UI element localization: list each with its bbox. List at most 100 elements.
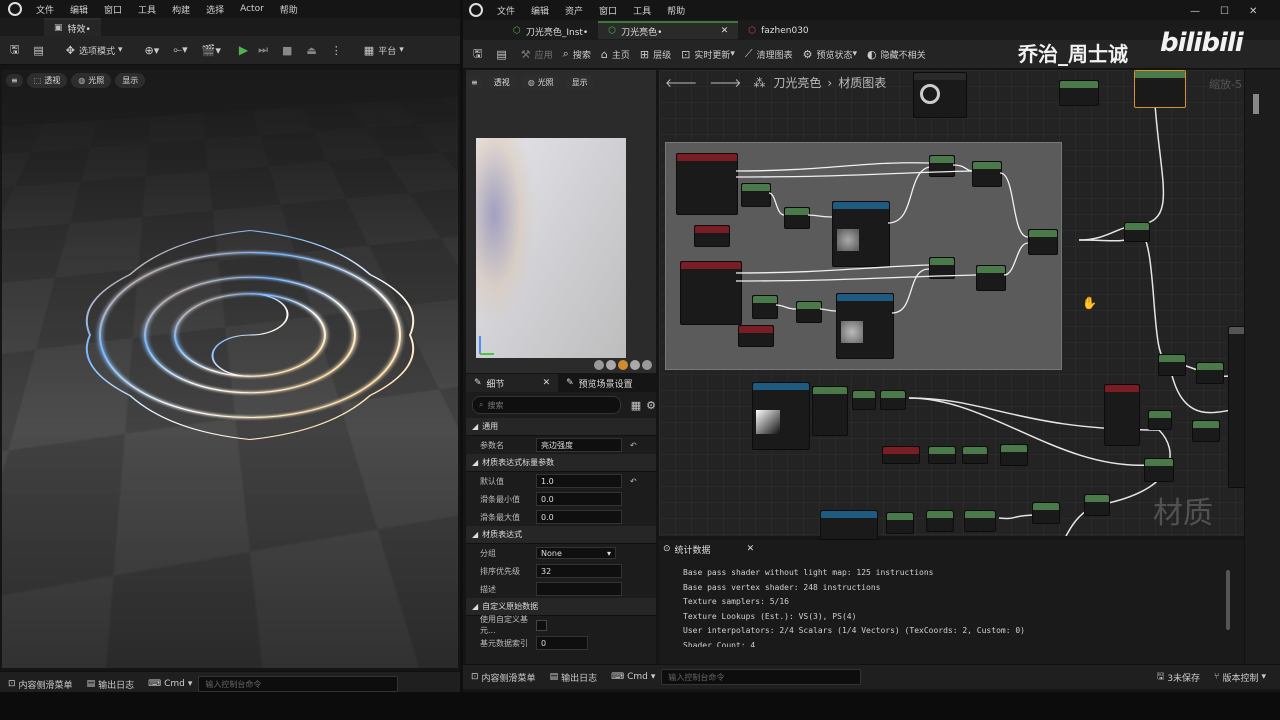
group-dropdown[interactable]: None ▾ [536, 547, 616, 559]
menu-help[interactable]: 帮助 [667, 4, 685, 17]
close-window-icon[interactable]: ✕ [1249, 6, 1257, 17]
graph-node-lerp-4[interactable] [964, 510, 996, 532]
cmd-dropdown[interactable]: ⌨ Cmd ▾ [148, 679, 192, 689]
console-input[interactable]: 输入控制台命令 [661, 669, 862, 685]
tab-details[interactable]: ✎ 细节 ✕ [466, 374, 559, 392]
graph-node-texcoord-3[interactable] [882, 446, 920, 464]
section-expression[interactable]: ◢ 材质表达式 [466, 526, 656, 544]
unsaved-button[interactable]: 🖫 3未保存 [1157, 669, 1200, 685]
add-actor-button[interactable]: ⊕▾ [145, 44, 164, 57]
search-button[interactable]: ⌕ 搜索 [563, 47, 591, 61]
menu-select[interactable]: 选择 [206, 3, 224, 16]
graph-node-multiply-11[interactable] [1196, 362, 1224, 384]
menu-edit[interactable]: 编辑 [531, 4, 549, 17]
graph-node-add-4[interactable] [962, 446, 988, 464]
settings-icon[interactable]: ⚙ [646, 399, 656, 412]
close-icon[interactable]: ✕ [543, 378, 551, 388]
section-scalar-param[interactable]: ◢ 材质表达式标量参数 [466, 454, 656, 472]
menu-file[interactable]: 文件 [497, 4, 515, 17]
graph-node-multiply-9[interactable] [1192, 420, 1220, 442]
content-drawer-button[interactable]: ⊡ 内容侧滑菜单 [8, 678, 73, 691]
side-panel-tab-icon[interactable] [1253, 94, 1259, 114]
tab-material[interactable]: ⬡ 刀光亮色• ✕ [598, 21, 739, 39]
graph-node-add-6[interactable] [1124, 222, 1150, 242]
perspective-button[interactable]: ⬚ 透视 [26, 72, 68, 88]
perspective-button[interactable]: 透视 [486, 74, 517, 90]
material-preview-viewport[interactable]: ≡ 透视 ◍ 光照 显示 [466, 70, 656, 373]
use-custom-primitive-checkbox[interactable] [536, 619, 547, 631]
platform-dropdown[interactable]: ▦ 平台 ▾ [364, 44, 404, 57]
maximize-icon[interactable]: ☐ [1220, 6, 1229, 17]
default-value-field[interactable]: 1.0 [536, 474, 622, 488]
preview-state-dropdown[interactable]: ⚙ 预览状态 ▾ [803, 48, 857, 61]
graph-node-multiply-5[interactable] [852, 390, 876, 410]
menu-edit[interactable]: 编辑 [70, 3, 88, 16]
step-button[interactable]: ⏭ [258, 43, 272, 57]
lit-button[interactable]: ◍ 光照 [71, 72, 112, 88]
menu-tools[interactable]: 工具 [633, 4, 651, 17]
stats-scrollbar[interactable] [1226, 570, 1230, 630]
graph-node-add-5[interactable] [926, 510, 954, 532]
graph-node-multiply-8[interactable] [1148, 410, 1172, 430]
clean-graph-button[interactable]: ⟋ 清理图表 [745, 47, 793, 61]
menu-window[interactable]: 窗口 [599, 4, 617, 17]
live-update-dropdown[interactable]: ⊡ 实时更新 ▾ [681, 48, 735, 61]
graph-node-lerp-3[interactable] [1000, 444, 1028, 466]
minimize-icon[interactable]: — [1190, 6, 1200, 17]
sort-priority-field[interactable]: 32 [536, 564, 622, 578]
section-general[interactable]: ◢ 通用 [466, 418, 656, 436]
preview-cylinder-icon[interactable] [594, 360, 604, 370]
graph-node-lerp-6[interactable] [1144, 458, 1174, 482]
graph-node-particle-color[interactable] [1104, 384, 1140, 446]
graph-node-param-top-right[interactable] [1134, 70, 1186, 108]
blueprint-button[interactable]: ⟜▾ [173, 43, 191, 57]
param-name-field[interactable]: 亮边强度 [536, 438, 622, 452]
preview-sphere-icon[interactable] [606, 360, 616, 370]
graph-node-lerp-5[interactable] [1032, 502, 1060, 524]
graph-node-multiply-6[interactable] [928, 446, 956, 464]
output-log-button[interactable]: ▤ 输出日志 [87, 678, 135, 691]
graph-node-multiply-10[interactable] [1158, 354, 1186, 376]
hierarchy-button[interactable]: ⊞ 层级 [640, 48, 671, 61]
save-button[interactable]: 🖫 [10, 41, 23, 60]
stats-tab[interactable]: ⊙ 统计数据 ✕ [659, 540, 1244, 558]
preview-teapot-icon[interactable] [642, 360, 652, 370]
slider-min-field[interactable]: 0.0 [536, 492, 622, 506]
menu-asset[interactable]: 资产 [565, 4, 583, 17]
menu-file[interactable]: 文件 [36, 3, 54, 16]
home-button[interactable]: ⌂ 主页 [601, 48, 630, 61]
cmd-dropdown[interactable]: ⌨ Cmd ▾ [611, 672, 655, 682]
play-button[interactable]: ▶ [239, 43, 248, 57]
graph-node-scalar-top[interactable] [1059, 80, 1099, 106]
reset-icon[interactable]: ↶ [630, 441, 637, 450]
graph-node-texture-sample-3[interactable] [752, 382, 810, 450]
lit-button[interactable]: ◍ 光照 [520, 74, 561, 90]
reset-icon[interactable]: ↶ [630, 477, 637, 486]
menu-tools[interactable]: 工具 [138, 3, 156, 16]
unreal-logo-icon[interactable] [469, 3, 483, 17]
tab-material-instance[interactable]: ⬡ 刀光亮色_Inst• [503, 21, 599, 39]
preview-cube-icon[interactable] [630, 360, 640, 370]
details-search-input[interactable]: ⌕ 搜索 [472, 396, 621, 414]
graph-node-texture-sample-top[interactable] [913, 72, 967, 118]
graph-node-reroute-group[interactable] [812, 386, 848, 436]
menu-help[interactable]: 帮助 [280, 3, 298, 16]
eject-button[interactable]: ⏏ [306, 44, 320, 57]
output-log-button[interactable]: ▤ 输出日志 [550, 671, 598, 684]
slider-max-field[interactable]: 0.0 [536, 510, 622, 524]
description-field[interactable] [536, 582, 622, 596]
save-button[interactable]: 🖫 [473, 45, 486, 64]
close-icon[interactable]: ✕ [747, 544, 755, 554]
hide-unrelated-button[interactable]: ◐ 隐藏不相关 [867, 48, 926, 61]
content-drawer-button[interactable]: ⊡ 内容侧滑菜单 [471, 671, 536, 684]
show-button[interactable]: 显示 [564, 74, 595, 90]
more-button[interactable]: ⋮ [331, 44, 346, 57]
source-control-button[interactable]: ⑂ 版本控制 ▾ [1214, 671, 1266, 684]
menu-actor[interactable]: Actor [240, 4, 264, 14]
tab-preview-scene[interactable]: ✎ 预览场景设置 [558, 374, 641, 392]
unreal-logo-icon[interactable] [8, 2, 22, 16]
tab-niagara[interactable]: ⬡ fazhen030 [738, 21, 819, 39]
viewport-menu-button[interactable]: ≡ [466, 75, 483, 89]
menu-build[interactable]: 构建 [172, 3, 190, 16]
stop-button[interactable]: ■ [282, 44, 296, 57]
